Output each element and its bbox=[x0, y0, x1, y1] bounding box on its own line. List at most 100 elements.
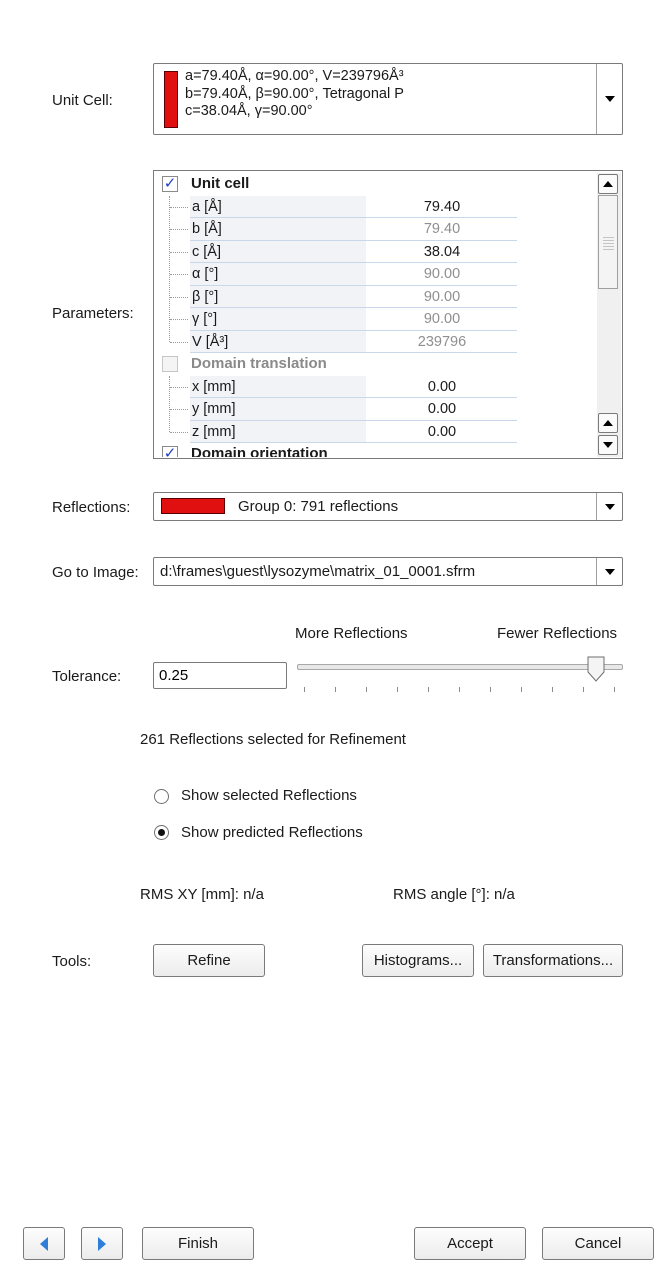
slider-tick bbox=[335, 687, 336, 692]
parameter-value[interactable]: 79.40 bbox=[367, 196, 517, 219]
tree-branch bbox=[170, 319, 188, 320]
forward-button[interactable] bbox=[81, 1227, 123, 1260]
parameter-value: 79.40 bbox=[423, 221, 461, 237]
parameters-grid-body: ✓ Unit cell a [Å] 79.40 b [Å] 79.40 c [Å] 38.04… bbox=[155, 173, 595, 457]
more-reflections-label: More Reflections bbox=[295, 625, 408, 642]
parameter-row[interactable]: c [Å] 38.04 bbox=[155, 240, 595, 264]
parameter-name: a [Å] bbox=[190, 195, 366, 218]
parameter-name: c [Å] bbox=[190, 240, 366, 263]
chevron-down-icon bbox=[604, 503, 615, 510]
reflections-color-swatch bbox=[161, 498, 225, 514]
section-checkbox[interactable]: ✓ bbox=[162, 446, 178, 457]
unit-cell-label: Unit Cell: bbox=[52, 92, 113, 109]
accept-button[interactable]: Accept bbox=[414, 1227, 526, 1260]
reflections-combo[interactable]: Group 0: 791 reflections bbox=[153, 492, 623, 521]
parameter-value: 90.00 bbox=[423, 311, 461, 327]
rms-angle-readout: RMS angle [°]: n/a bbox=[393, 886, 515, 903]
parameter-value[interactable]: 0.00 bbox=[367, 421, 517, 444]
parameter-name: V [Å³] bbox=[190, 330, 366, 353]
slider-tick bbox=[583, 687, 584, 692]
scroll-up-button[interactable] bbox=[598, 174, 618, 194]
parameter-value[interactable]: 0.00 bbox=[367, 398, 517, 421]
grid-section-header[interactable]: Domain translation bbox=[155, 353, 595, 376]
parameter-row[interactable]: V [Å³] 239796 bbox=[155, 330, 595, 353]
slider-tick bbox=[490, 687, 491, 692]
transformations-button[interactable]: Transformations... bbox=[483, 944, 623, 977]
back-button[interactable] bbox=[23, 1227, 65, 1260]
tree-branch bbox=[170, 341, 188, 343]
parameters-scrollbar[interactable] bbox=[597, 173, 621, 457]
tree-branch bbox=[170, 386, 188, 388]
chevron-up-icon bbox=[603, 181, 613, 187]
parameter-name: α [°] bbox=[190, 263, 366, 286]
slider-tick bbox=[552, 687, 553, 692]
reflections-combo-value: Group 0: 791 reflections bbox=[238, 498, 399, 515]
refine-button[interactable]: Refine bbox=[153, 944, 265, 977]
unit-cell-summary: a=79.40Å, α=90.00°, V=239796Å³ b=79.40Å,… bbox=[185, 68, 404, 121]
unit-cell-dropdown-button[interactable] bbox=[596, 64, 622, 134]
section-checkbox[interactable]: ✓ bbox=[162, 176, 178, 192]
scroll-thumb[interactable] bbox=[598, 195, 618, 289]
parameter-value[interactable]: 38.04 bbox=[367, 241, 517, 264]
show-predicted-label[interactable]: Show predicted Reflections bbox=[181, 824, 363, 841]
tree-branch bbox=[170, 431, 188, 433]
tree-branch bbox=[170, 251, 188, 253]
tree-branch bbox=[170, 229, 188, 230]
grip-icon bbox=[603, 236, 614, 250]
tree-branch bbox=[170, 409, 188, 410]
parameter-row[interactable]: y [mm] 0.00 bbox=[155, 398, 595, 421]
parameter-row[interactable]: x [mm] 0.00 bbox=[155, 375, 595, 399]
parameter-value: 90.00 bbox=[423, 288, 461, 305]
parameter-row[interactable]: β [°] 90.00 bbox=[155, 285, 595, 308]
tolerance-label: Tolerance: bbox=[52, 668, 122, 685]
tools-label: Tools: bbox=[52, 953, 92, 970]
parameter-row[interactable]: a [Å] 79.40 bbox=[155, 195, 595, 219]
slider-tick bbox=[304, 687, 305, 692]
section-title: Domain orientation bbox=[191, 445, 328, 457]
slider-tick bbox=[397, 687, 398, 692]
reflections-label: Reflections: bbox=[52, 499, 131, 516]
scroll-down-button[interactable] bbox=[598, 435, 618, 455]
tolerance-input[interactable] bbox=[153, 662, 287, 689]
image-combo-value: d:\frames\guest\lysozyme\matrix_01_0001.… bbox=[160, 563, 476, 580]
tolerance-slider-thumb[interactable] bbox=[587, 656, 605, 682]
unit-cell-line-a: a=79.40Å, α=90.00°, V=239796Å³ bbox=[185, 68, 404, 84]
unit-cell-combo[interactable]: a=79.40Å, α=90.00°, V=239796Å³ b=79.40Å,… bbox=[153, 63, 623, 135]
rms-xy-readout: RMS XY [mm]: n/a bbox=[140, 886, 264, 903]
show-predicted-radio[interactable] bbox=[154, 825, 169, 840]
histograms-button[interactable]: Histograms... bbox=[362, 944, 474, 977]
parameter-name: z [mm] bbox=[190, 420, 366, 443]
slider-tick bbox=[366, 687, 367, 692]
parameter-name: γ [°] bbox=[190, 308, 366, 331]
show-selected-label[interactable]: Show selected Reflections bbox=[181, 787, 357, 804]
parameter-row[interactable]: b [Å] 79.40 bbox=[155, 218, 595, 241]
parameters-grid[interactable]: ✓ Unit cell a [Å] 79.40 b [Å] 79.40 c [Å] 38.04… bbox=[153, 170, 623, 459]
slider-tick bbox=[614, 687, 615, 692]
grid-section-header[interactable]: ✓ Unit cell bbox=[155, 173, 595, 196]
parameter-row[interactable]: γ [°] 90.00 bbox=[155, 308, 595, 331]
image-combo[interactable]: d:\frames\guest\lysozyme\matrix_01_0001.… bbox=[153, 557, 623, 586]
parameter-row[interactable]: z [mm] 0.00 bbox=[155, 420, 595, 444]
unit-cell-color-swatch bbox=[164, 71, 178, 128]
finish-button[interactable]: Finish bbox=[142, 1227, 254, 1260]
parameter-name: b [Å] bbox=[190, 218, 366, 241]
chevron-down-icon bbox=[604, 568, 615, 575]
parameters-label: Parameters: bbox=[52, 305, 134, 322]
unit-cell-line-b: b=79.40Å, β=90.00°, Tetragonal P bbox=[185, 85, 404, 102]
parameter-row[interactable]: α [°] 90.00 bbox=[155, 263, 595, 286]
scroll-step-up-button[interactable] bbox=[598, 413, 618, 433]
section-title: Domain translation bbox=[191, 355, 327, 372]
tolerance-slider-track[interactable] bbox=[297, 664, 623, 670]
selected-reflections-info: 261 Reflections selected for Refinement bbox=[140, 731, 406, 748]
parameter-value[interactable]: 0.00 bbox=[367, 376, 517, 399]
slider-tick bbox=[428, 687, 429, 692]
reflections-dropdown-button[interactable] bbox=[596, 493, 622, 520]
parameter-name: y [mm] bbox=[190, 398, 366, 421]
cancel-button[interactable]: Cancel bbox=[542, 1227, 654, 1260]
image-dropdown-button[interactable] bbox=[596, 558, 622, 585]
parameter-value: 239796 bbox=[417, 333, 467, 350]
chevron-down-icon bbox=[604, 96, 615, 102]
section-checkbox[interactable] bbox=[162, 356, 178, 372]
show-selected-radio[interactable] bbox=[154, 789, 169, 804]
grid-section-header[interactable]: ✓ Domain orientation bbox=[155, 443, 595, 457]
